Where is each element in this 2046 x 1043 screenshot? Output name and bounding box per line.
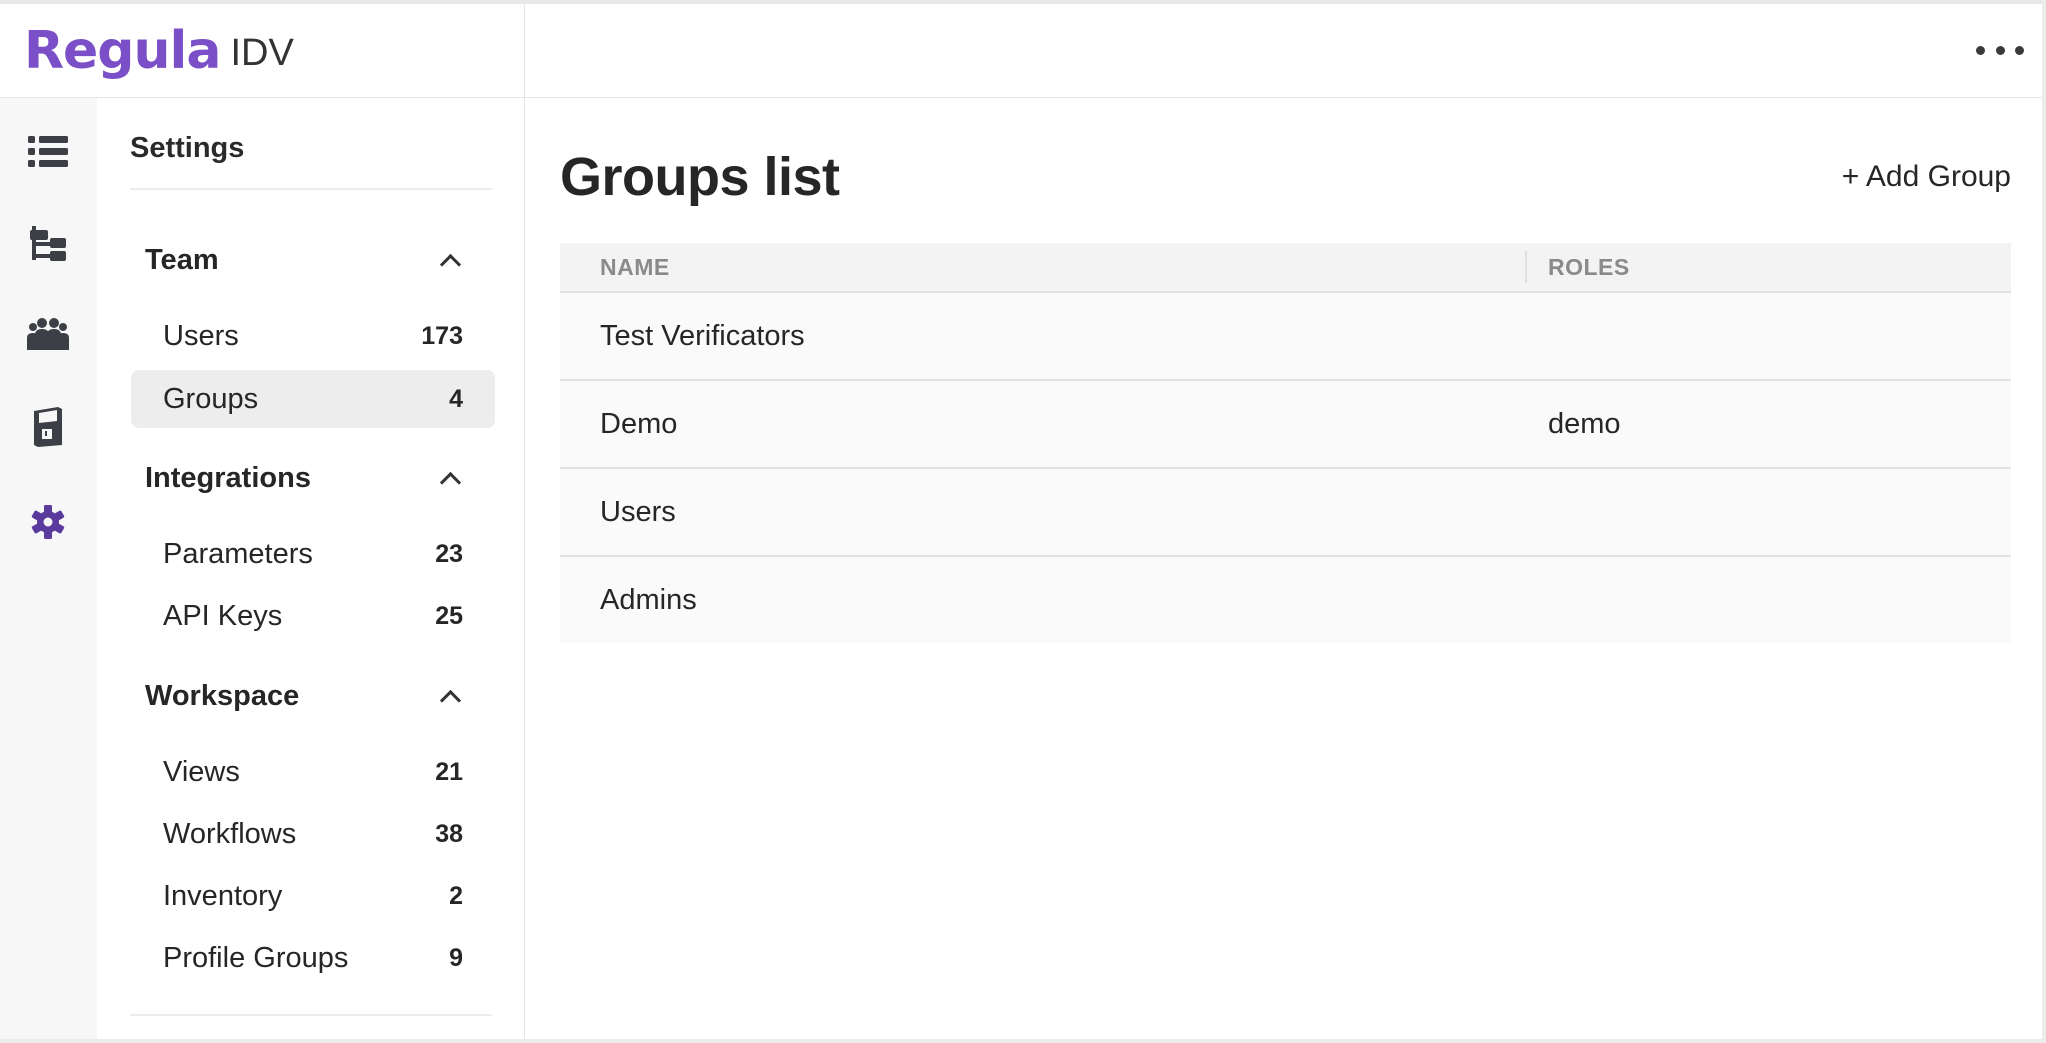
table-header: NAME ROLES	[560, 243, 2011, 293]
ellipsis-icon	[1995, 45, 2005, 55]
section-integrations[interactable]: Integrations	[145, 456, 464, 500]
app-window: Regula IDV Settings Team Users 173 Group…	[0, 0, 2046, 1043]
team-icon	[27, 318, 69, 350]
icon-rail	[0, 98, 97, 1043]
nav-item-label: Workflows	[163, 817, 297, 850]
section-label: Integrations	[145, 461, 311, 494]
rail-item-devices[interactable]	[24, 403, 72, 451]
table-row[interactable]: Demo demo	[560, 381, 2011, 469]
nav-item-parameters[interactable]: Parameters 23	[131, 525, 495, 583]
workflow-tree-icon	[30, 226, 66, 261]
column-resize-handle[interactable]	[1525, 251, 1527, 283]
section-label: Workspace	[145, 679, 300, 712]
list-icon	[28, 136, 68, 167]
group-roles: demo	[1548, 407, 1621, 440]
group-name: Demo	[600, 407, 678, 440]
divider	[130, 188, 492, 190]
rail-item-team[interactable]	[24, 310, 72, 358]
nav-item-workflows[interactable]: Workflows 38	[131, 805, 495, 863]
settings-title: Settings	[130, 132, 245, 164]
ellipsis-icon	[1976, 45, 1985, 55]
nav-item-label: Users	[163, 319, 239, 352]
top-bar	[525, 4, 2046, 98]
nav-item-count: 173	[421, 321, 463, 350]
gear-icon	[31, 505, 65, 539]
nav-item-label: Inventory	[163, 879, 283, 912]
section-label: Team	[145, 243, 219, 276]
nav-item-label: Groups	[163, 382, 259, 415]
chevron-up-icon	[439, 689, 462, 711]
nav-item-api-keys[interactable]: API Keys 25	[131, 587, 495, 645]
nav-item-count: 38	[435, 819, 463, 848]
nav-item-count: 25	[435, 601, 463, 630]
section-team[interactable]: Team	[145, 238, 464, 282]
table-row[interactable]: Test Verificators	[560, 293, 2011, 381]
nav-item-label: Profile Groups	[163, 941, 349, 974]
add-group-button[interactable]: + Add Group	[1842, 160, 2011, 194]
rail-item-settings[interactable]	[24, 498, 72, 546]
rail-item-list[interactable]	[24, 128, 72, 176]
nav-item-users[interactable]: Users 173	[131, 307, 495, 365]
nav-item-count: 21	[435, 757, 463, 786]
table-row[interactable]: Users	[560, 469, 2011, 557]
ellipsis-icon	[2015, 45, 2024, 55]
group-name: Test Verificators	[600, 319, 805, 352]
frame-edge	[2042, 0, 2046, 1043]
page-title: Groups list	[560, 147, 840, 207]
nav-item-profile-groups[interactable]: Profile Groups 9	[131, 929, 495, 987]
nav-item-label: Parameters	[163, 537, 313, 570]
groups-table: NAME ROLES Test Verificators Demo demo U…	[560, 243, 2011, 643]
frame-edge	[0, 1039, 2046, 1043]
brand-header: Regula IDV	[0, 4, 525, 98]
more-options-button[interactable]	[1976, 32, 2024, 68]
kiosk-device-icon	[34, 407, 62, 447]
group-name: Users	[600, 495, 676, 528]
rail-item-workflows[interactable]	[24, 220, 72, 268]
divider	[130, 1014, 492, 1016]
nav-item-label: Views	[163, 755, 240, 788]
group-name: Admins	[600, 583, 697, 616]
brand-logo[interactable]: Regula	[24, 21, 221, 81]
nav-item-count: 2	[449, 881, 463, 910]
table-row[interactable]: Admins	[560, 557, 2011, 643]
nav-item-inventory[interactable]: Inventory 2	[131, 867, 495, 925]
chevron-up-icon	[439, 253, 462, 275]
product-name: IDV	[230, 32, 294, 74]
main-content: Groups list + Add Group NAME ROLES Test …	[525, 98, 2046, 1043]
settings-panel: Settings Team Users 173 Groups 4 Integra…	[97, 98, 525, 1043]
nav-item-count: 4	[449, 384, 463, 413]
nav-item-count: 9	[449, 943, 463, 972]
column-header-roles[interactable]: ROLES	[1548, 254, 1630, 281]
section-workspace[interactable]: Workspace	[145, 674, 464, 718]
chevron-up-icon	[439, 471, 462, 493]
nav-item-label: API Keys	[163, 599, 283, 632]
column-header-name[interactable]: NAME	[600, 254, 670, 281]
nav-item-views[interactable]: Views 21	[131, 743, 495, 801]
nav-item-groups[interactable]: Groups 4	[131, 370, 495, 428]
nav-item-count: 23	[435, 539, 463, 568]
